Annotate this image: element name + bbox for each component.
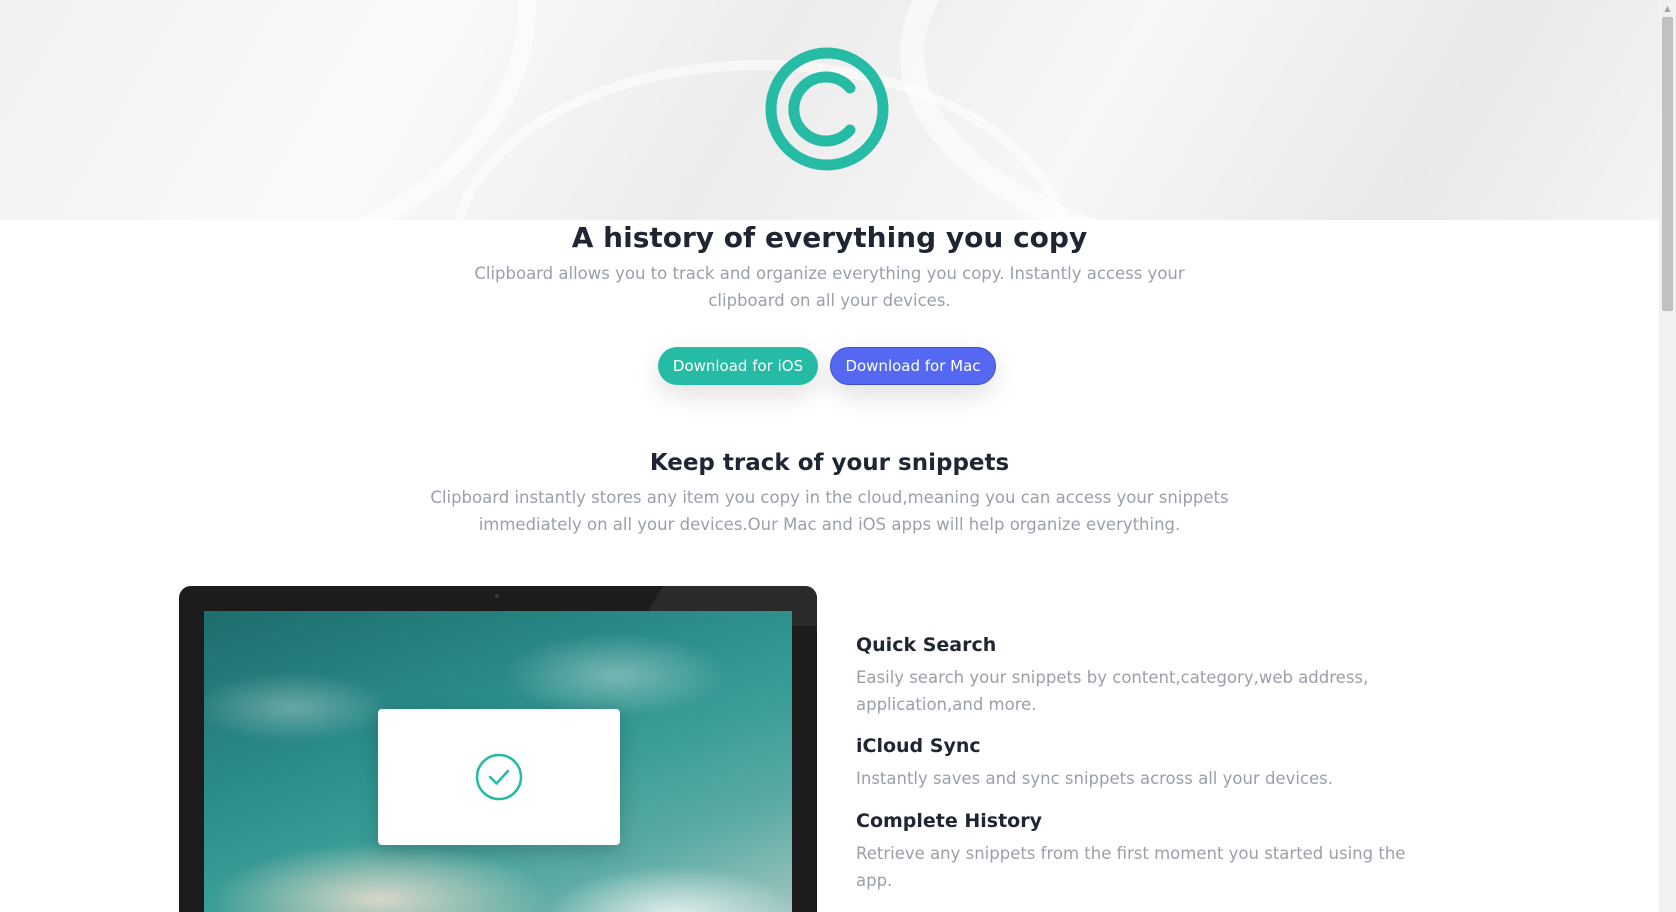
- copyright-logo-icon: [765, 47, 889, 171]
- download-mac-button[interactable]: Download for Mac: [830, 347, 996, 385]
- feature-title-icloud-sync: iCloud Sync: [856, 735, 981, 757]
- vertical-scrollbar[interactable]: ▲: [1659, 0, 1676, 912]
- snippets-subtitle: Clipboard instantly stores any item you …: [0, 484, 1659, 538]
- landing-page: A history of everything you copy Clipboa…: [0, 0, 1659, 912]
- hero-banner: [0, 0, 1659, 220]
- hero-subtitle-text: Clipboard allows you to track and organi…: [474, 264, 1185, 310]
- feature-desc-icloud-sync: Instantly saves and sync snippets across…: [856, 769, 1334, 788]
- feature-desc-quick-search: Easily search your snippets by content,c…: [856, 668, 1369, 714]
- hero-texture: [0, 0, 536, 220]
- success-card: [378, 709, 620, 845]
- snippets-heading: Keep track of your snippets: [649, 450, 1010, 476]
- scroll-up-arrow-icon[interactable]: ▲: [1659, 0, 1676, 17]
- check-circle-icon: [475, 753, 523, 801]
- feature-desc-complete-history: Retrieve any snippets from the first mom…: [856, 844, 1406, 890]
- feature-title-quick-search: Quick Search: [856, 634, 997, 656]
- laptop-camera: [495, 594, 499, 598]
- scrollbar-thumb[interactable]: [1662, 17, 1673, 311]
- snippets-subtitle-text: Clipboard instantly stores any item you …: [430, 488, 1229, 534]
- page-title: A history of everything you copy: [571, 221, 1088, 254]
- hero-subtitle: Clipboard allows you to track and organi…: [0, 260, 1659, 314]
- feature-title-complete-history: Complete History: [856, 810, 1042, 832]
- download-ios-button[interactable]: Download for iOS: [658, 347, 818, 385]
